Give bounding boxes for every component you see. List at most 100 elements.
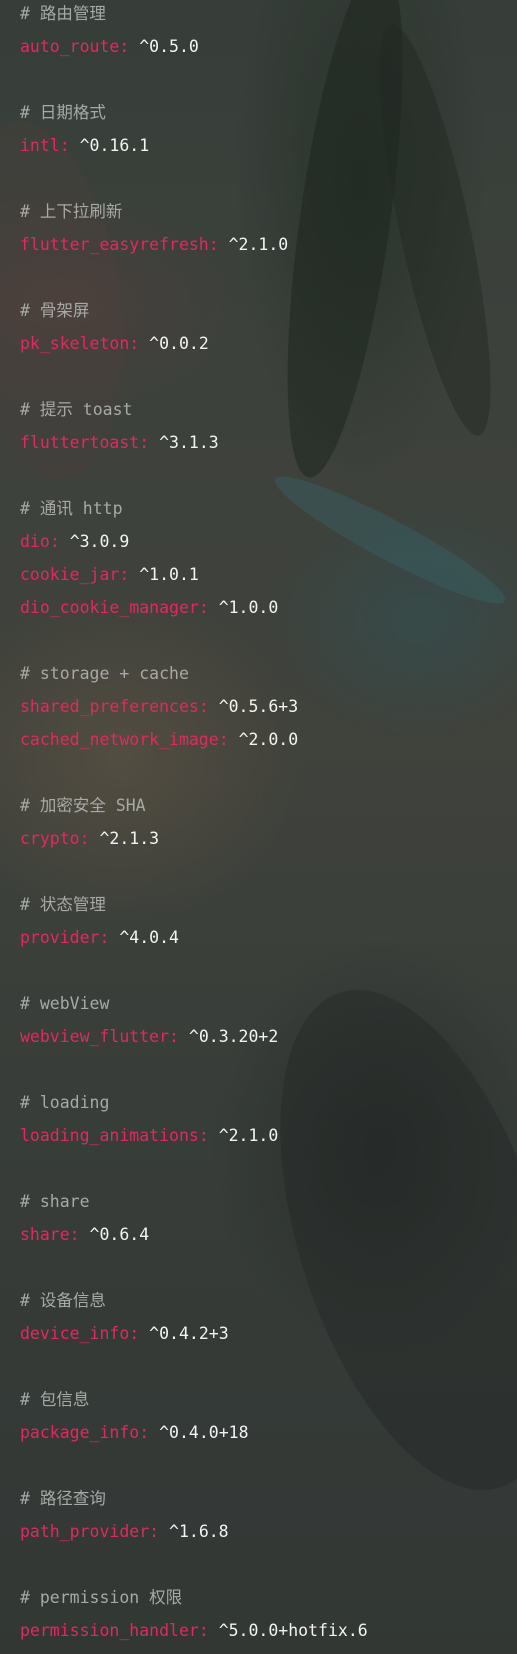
dependency-version: ^0.3.20+2: [188, 1027, 279, 1046]
dependency-name: path_provider: [20, 1522, 150, 1541]
colon-separator: :: [79, 829, 100, 848]
comment-line: # 包信息: [20, 1390, 90, 1409]
colon-separator: :: [169, 1027, 189, 1046]
dependency-name: shared_preferences: [20, 697, 199, 716]
dependency-name: flutter_easyrefresh: [20, 235, 209, 254]
dependency-line: device_info: ^0.4.2+3: [20, 1317, 510, 1350]
comment-line: # webView: [20, 994, 110, 1013]
dependency-version: ^2.1.3: [99, 829, 160, 848]
comment-line: # 骨架屏: [20, 301, 90, 320]
dependency-line: fluttertoast: ^3.1.3: [20, 426, 510, 459]
dependency-name: auto_route: [20, 37, 120, 56]
dependency-version: ^0.16.1: [79, 136, 150, 155]
dependency-version: ^4.0.4: [119, 928, 179, 947]
dependency-line: webview_flutter: ^0.3.20+2: [20, 1020, 510, 1053]
dependency-version: ^0.4.0+18: [159, 1423, 249, 1442]
dependency-version: ^1.0.0: [218, 598, 279, 617]
dependency-line: dio_cookie_manager: ^1.0.0: [20, 591, 510, 624]
colon-separator: :: [149, 1522, 170, 1541]
dependency-line: auto_route: ^0.5.0: [20, 30, 510, 63]
dependency-name: dio: [20, 532, 50, 551]
comment-line: # 路由管理: [20, 4, 106, 23]
dependency-name: permission_handler: [20, 1621, 199, 1640]
comment-line: # 设备信息: [20, 1291, 106, 1310]
dependency-name: intl: [20, 136, 60, 155]
comment-line: # 上下拉刷新: [20, 202, 123, 221]
colon-separator: :: [198, 1126, 219, 1145]
colon-separator: :: [99, 928, 120, 947]
dependency-name: fluttertoast: [20, 433, 140, 452]
dependency-version: ^5.0.0+hotfix.6: [218, 1621, 368, 1640]
dependency-version: ^2.1.0: [218, 1126, 279, 1145]
dependency-line: loading_animations: ^2.1.0: [20, 1119, 510, 1152]
comment-line: # 提示 toast: [20, 400, 133, 419]
colon-separator: :: [129, 334, 150, 353]
dependency-line: cookie_jar: ^1.0.1: [20, 558, 510, 591]
colon-separator: :: [208, 235, 229, 254]
dependency-name: share: [20, 1225, 70, 1244]
dependency-line: cached_network_image: ^2.0.0: [20, 723, 510, 756]
dependency-name: cookie_jar: [20, 565, 120, 584]
dependency-version: ^0.5.0: [139, 37, 199, 56]
dependency-version: ^1.6.8: [169, 1522, 229, 1541]
dependency-name: crypto: [20, 829, 80, 848]
comment-line: # 路径查询: [20, 1489, 106, 1508]
colon-separator: :: [198, 697, 219, 716]
colon-separator: :: [129, 1324, 150, 1343]
colon-separator: :: [49, 532, 70, 551]
pubspec-dependencies: # 路由管理 auto_route: ^0.5.0 # 日期格式 intl: ^0.1…: [20, 0, 510, 1647]
dependency-line: dio: ^3.0.9: [20, 525, 510, 558]
dependency-version: ^0.4.2+3: [149, 1324, 229, 1343]
dependency-version: ^0.6.4: [89, 1225, 150, 1244]
dependency-name: cached_network_image: [20, 730, 219, 749]
dependency-line: pk_skeleton: ^0.0.2: [20, 327, 510, 360]
comment-line: # 通讯 http: [20, 499, 123, 518]
code-editor[interactable]: # 路由管理 auto_route: ^0.5.0 # 日期格式 intl: ^0.1…: [0, 0, 517, 1654]
dependency-name: pk_skeleton: [20, 334, 130, 353]
colon-separator: :: [218, 730, 239, 749]
comment-line: # 状态管理: [20, 895, 106, 914]
comment-line: # 加密安全 SHA: [20, 796, 146, 815]
comment-line: # loading: [20, 1093, 110, 1112]
colon-separator: :: [59, 136, 80, 155]
comment-line: # storage + cache: [20, 664, 189, 683]
dependency-version: ^2.0.0: [238, 730, 299, 749]
dependency-version: ^3.0.9: [69, 532, 130, 551]
dependency-line: shared_preferences: ^0.5.6+3: [20, 690, 510, 723]
comment-line: # share: [20, 1192, 90, 1211]
dependency-version: ^2.1.0: [228, 235, 289, 254]
dependency-line: intl: ^0.16.1: [20, 129, 510, 162]
comment-line: # permission 权限: [20, 1588, 183, 1607]
dependency-name: loading_animations: [20, 1126, 199, 1145]
dependency-line: permission_handler: ^5.0.0+hotfix.6: [20, 1614, 510, 1647]
dependency-version: ^3.1.3: [159, 433, 219, 452]
comment-line: # 日期格式: [20, 103, 106, 122]
colon-separator: :: [119, 565, 140, 584]
colon-separator: :: [119, 37, 140, 56]
dependency-line: path_provider: ^1.6.8: [20, 1515, 510, 1548]
dependency-name: provider: [20, 928, 100, 947]
colon-separator: :: [198, 598, 219, 617]
dependency-name: dio_cookie_manager: [20, 598, 199, 617]
dependency-line: flutter_easyrefresh: ^2.1.0: [20, 228, 510, 261]
dependency-line: crypto: ^2.1.3: [20, 822, 510, 855]
dependency-version: ^0.0.2: [149, 334, 209, 353]
colon-separator: :: [198, 1621, 219, 1640]
dependency-line: package_info: ^0.4.0+18: [20, 1416, 510, 1449]
colon-separator: :: [69, 1225, 90, 1244]
